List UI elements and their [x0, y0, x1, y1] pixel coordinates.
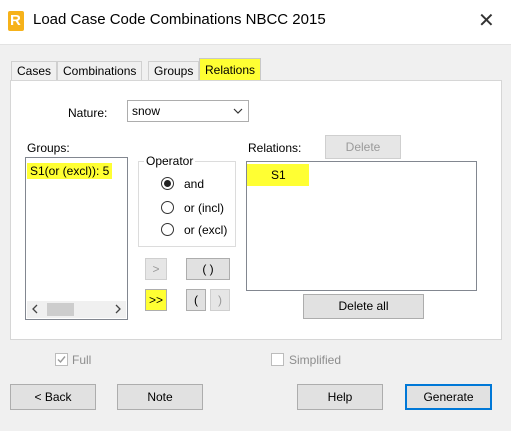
relations-listbox[interactable]: S1 — [246, 161, 477, 291]
generate-button[interactable]: Generate — [405, 384, 492, 410]
list-item[interactable]: S1 — [247, 164, 309, 186]
note-button[interactable]: Note — [117, 384, 203, 410]
operator-or-incl-label: or (incl) — [184, 201, 225, 215]
tab-cases[interactable]: Cases — [11, 61, 58, 81]
operator-label: Operator — [144, 154, 196, 168]
operator-or-incl-radio[interactable] — [161, 201, 174, 214]
chevron-down-icon — [233, 101, 243, 124]
add-all-button[interactable]: >> — [145, 289, 167, 311]
checkmark-icon — [56, 356, 67, 368]
window-title: Load Case Code Combinations NBCC 2015 — [33, 11, 326, 28]
add-button[interactable]: > — [145, 258, 167, 280]
simplified-label: Simplified — [289, 353, 342, 367]
horizontal-scrollbar[interactable] — [27, 301, 126, 318]
app-logo-icon: R — [8, 11, 24, 31]
scrollbar-thumb[interactable] — [47, 303, 74, 316]
delete-button[interactable]: Delete — [325, 135, 401, 159]
operator-or-excl-radio[interactable] — [161, 223, 174, 236]
open-paren-button[interactable]: ( — [186, 289, 206, 311]
operator-and-radio[interactable] — [161, 177, 174, 190]
list-item[interactable]: S1(or (excl)): 5 — [27, 163, 113, 179]
arrow-right-icon[interactable] — [114, 302, 122, 319]
operator-and-label: and — [184, 177, 205, 191]
groups-label: Groups: — [27, 141, 70, 155]
delete-all-button[interactable]: Delete all — [303, 294, 424, 319]
nature-label: Nature: — [68, 106, 108, 120]
tab-groups[interactable]: Groups — [148, 61, 200, 81]
groups-listbox[interactable]: S1(or (excl)): 5 — [25, 157, 128, 320]
parentheses-button[interactable]: ( ) — [186, 258, 230, 280]
help-button[interactable]: Help — [297, 384, 383, 410]
tab-combinations[interactable]: Combinations — [57, 61, 143, 81]
close-paren-button[interactable]: ) — [210, 289, 230, 311]
full-checkbox[interactable] — [55, 353, 68, 366]
relations-label: Relations: — [248, 141, 302, 155]
arrow-left-icon[interactable] — [31, 302, 39, 319]
title-bar: R Load Case Code Combinations NBCC 2015 … — [0, 0, 511, 45]
close-icon[interactable]: ✕ — [478, 8, 495, 33]
operator-or-excl-label: or (excl) — [184, 223, 228, 237]
nature-value: snow — [132, 104, 161, 118]
back-button[interactable]: < Back — [10, 384, 96, 410]
full-label: Full — [72, 353, 92, 367]
tab-relations[interactable]: Relations — [199, 58, 262, 81]
simplified-checkbox[interactable] — [271, 353, 284, 366]
nature-select[interactable]: snow — [127, 100, 249, 122]
